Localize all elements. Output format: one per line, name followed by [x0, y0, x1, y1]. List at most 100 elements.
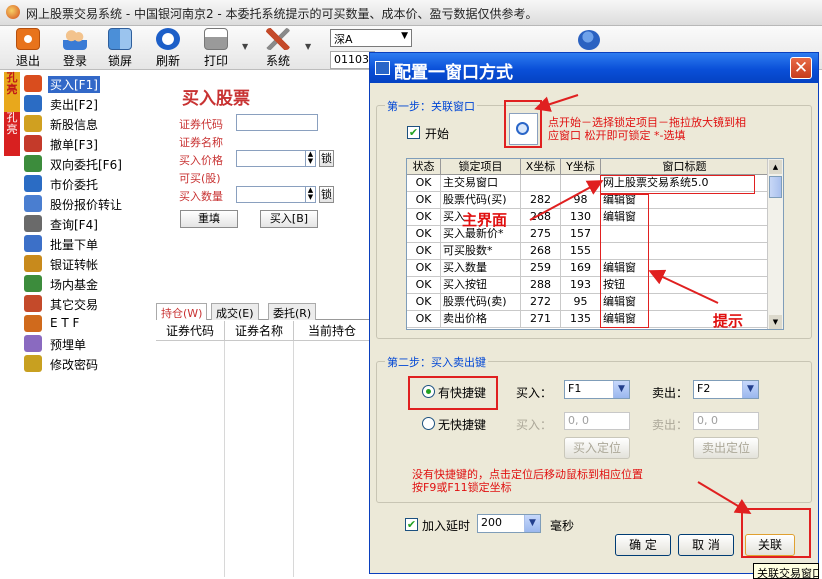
- delay-checkbox[interactable]: ✔: [405, 518, 418, 531]
- grid-scrollbar[interactable]: ▲ ▼: [767, 159, 783, 329]
- dialog-title: 配置一窗口方式: [394, 63, 513, 83]
- nav-item-2[interactable]: 新股信息: [22, 114, 152, 133]
- tab-trades[interactable]: 成交(E): [211, 303, 259, 320]
- start-checkbox[interactable]: ✔: [407, 126, 420, 139]
- nav-item-5[interactable]: 市价委托: [22, 174, 152, 193]
- grid-cell-item[interactable]: 买入数量: [441, 260, 521, 277]
- side-tab-2[interactable]: 孔 亮: [4, 112, 20, 156]
- nav-item-3[interactable]: 撤单[F3]: [22, 134, 152, 153]
- col-position[interactable]: 当前持仓: [294, 321, 371, 341]
- grid-cell-status[interactable]: OK: [407, 192, 441, 209]
- nav-item-9[interactable]: 银证转帐: [22, 254, 152, 273]
- grid-cell-x[interactable]: 271: [521, 311, 561, 328]
- grid-cell-x[interactable]: 275: [521, 226, 561, 243]
- sell-locate-button[interactable]: 卖出定位: [693, 437, 759, 459]
- grid-header-x[interactable]: X坐标: [521, 159, 561, 175]
- qty-lock-button[interactable]: 锁: [319, 186, 334, 203]
- grid-cell-status[interactable]: OK: [407, 226, 441, 243]
- grid-cell-x[interactable]: 259: [521, 260, 561, 277]
- nav-item-11[interactable]: 其它交易: [22, 294, 152, 313]
- grid-cell-status[interactable]: OK: [407, 209, 441, 226]
- grid-cell-y[interactable]: [561, 175, 601, 192]
- scroll-down-icon[interactable]: ▼: [769, 315, 782, 329]
- cancel-button[interactable]: 取 消: [678, 534, 734, 556]
- grid-cell-item[interactable]: 股票代码(买): [441, 192, 521, 209]
- buy-submit-button[interactable]: 买入[B]: [260, 210, 318, 228]
- nav-item-8[interactable]: 批量下单: [22, 234, 152, 253]
- hotkey-yes-radio[interactable]: [422, 385, 435, 398]
- sell-pos-input[interactable]: 0, 0: [693, 412, 759, 430]
- grid-cell-x[interactable]: [521, 175, 561, 192]
- grid-header-item[interactable]: 锁定项目: [441, 159, 521, 175]
- grid-cell-y[interactable]: 95: [561, 294, 601, 311]
- grid-cell-status[interactable]: OK: [407, 277, 441, 294]
- grid-cell-status[interactable]: OK: [407, 175, 441, 192]
- scroll-up-icon[interactable]: ▲: [769, 160, 782, 174]
- hotkey-no-radio[interactable]: [422, 417, 435, 430]
- market-select[interactable]: 深A ▼: [330, 29, 412, 47]
- grid-cell-y[interactable]: 169: [561, 260, 601, 277]
- nav-item-0[interactable]: 买入[F1]: [22, 74, 152, 93]
- refresh-button[interactable]: 刷新: [148, 28, 188, 68]
- grid-cell-item[interactable]: 可买股数*: [441, 243, 521, 260]
- tab-holdings[interactable]: 持仓(W): [156, 303, 208, 320]
- grid-cell-item[interactable]: 买入按钮: [441, 277, 521, 294]
- col-name[interactable]: 证券名称: [225, 321, 294, 341]
- grid-cell-y[interactable]: 130: [561, 209, 601, 226]
- grid-cell-y[interactable]: 193: [561, 277, 601, 294]
- grid-cell-item[interactable]: 股票代码(卖): [441, 294, 521, 311]
- grid-cell-x[interactable]: 282: [521, 192, 561, 209]
- price-lock-button[interactable]: 锁: [319, 150, 334, 167]
- system-dropdown-icon[interactable]: ▼: [305, 42, 311, 51]
- exit-button[interactable]: 退出: [8, 28, 48, 68]
- sell-key-select[interactable]: F2 ▼: [693, 380, 759, 399]
- tab-orders[interactable]: 委托(R): [268, 303, 317, 320]
- nav-item-10[interactable]: 场内基金: [22, 274, 152, 293]
- buy-locate-button[interactable]: 买入定位: [564, 437, 630, 459]
- nav-item-6[interactable]: 股份报价转让: [22, 194, 152, 213]
- nav-item-1[interactable]: 卖出[F2]: [22, 94, 152, 113]
- scroll-thumb[interactable]: [769, 176, 782, 198]
- grid-header-window-title[interactable]: 窗口标题: [601, 159, 769, 175]
- nav-item-12[interactable]: E T F: [22, 314, 152, 333]
- grid-cell-status[interactable]: OK: [407, 260, 441, 277]
- grid-cell-status[interactable]: OK: [407, 311, 441, 328]
- qty-input[interactable]: ▲ ▼: [236, 186, 316, 203]
- price-spinner-icon[interactable]: ▲ ▼: [305, 151, 315, 166]
- buy-pos-input[interactable]: 0, 0: [564, 412, 630, 430]
- add-user-icon[interactable]: [578, 30, 600, 50]
- grid-cell-x[interactable]: 268: [521, 243, 561, 260]
- grid-cell-item[interactable]: 主交易窗口: [441, 175, 521, 192]
- qty-spinner-icon[interactable]: ▲ ▼: [305, 187, 315, 202]
- nav-item-4[interactable]: 双向委托[F6]: [22, 154, 152, 173]
- print-dropdown-icon[interactable]: ▼: [242, 42, 248, 51]
- stock-code-input[interactable]: [236, 114, 318, 131]
- ok-button[interactable]: 确 定: [615, 534, 671, 556]
- grid-header-status[interactable]: 状态: [407, 159, 441, 175]
- grid-cell-y[interactable]: 157: [561, 226, 601, 243]
- side-tab-1[interactable]: 孔 亮: [4, 72, 20, 112]
- grid-cell-item[interactable]: 卖出价格: [441, 311, 521, 328]
- grid-cell-y[interactable]: 155: [561, 243, 601, 260]
- grid-cell-status[interactable]: OK: [407, 243, 441, 260]
- print-button[interactable]: 打印: [196, 28, 236, 68]
- nav-item-7[interactable]: 查询[F4]: [22, 214, 152, 233]
- buy-key-select[interactable]: F1 ▼: [564, 380, 630, 399]
- reset-button[interactable]: 重填: [180, 210, 238, 228]
- grid-cell-x[interactable]: 288: [521, 277, 561, 294]
- price-input[interactable]: ▲ ▼: [236, 150, 316, 167]
- col-code[interactable]: 证券代码: [156, 321, 225, 341]
- nav-item-13[interactable]: 预埋单: [22, 334, 152, 353]
- nav-item-14[interactable]: 修改密码: [22, 354, 152, 373]
- delay-select[interactable]: 200 ▼: [477, 514, 541, 533]
- grid-cell-x[interactable]: 272: [521, 294, 561, 311]
- close-button[interactable]: ✕: [790, 57, 812, 79]
- grid-cell-x[interactable]: 268: [521, 209, 561, 226]
- grid-cell-y[interactable]: 135: [561, 311, 601, 328]
- lock-screen-button[interactable]: 锁屏: [100, 28, 140, 68]
- grid-cell-y[interactable]: 98: [561, 192, 601, 209]
- login-button[interactable]: 登录: [55, 28, 95, 68]
- system-button[interactable]: 系统: [258, 28, 298, 68]
- grid-header-y[interactable]: Y坐标: [561, 159, 601, 175]
- grid-cell-status[interactable]: OK: [407, 294, 441, 311]
